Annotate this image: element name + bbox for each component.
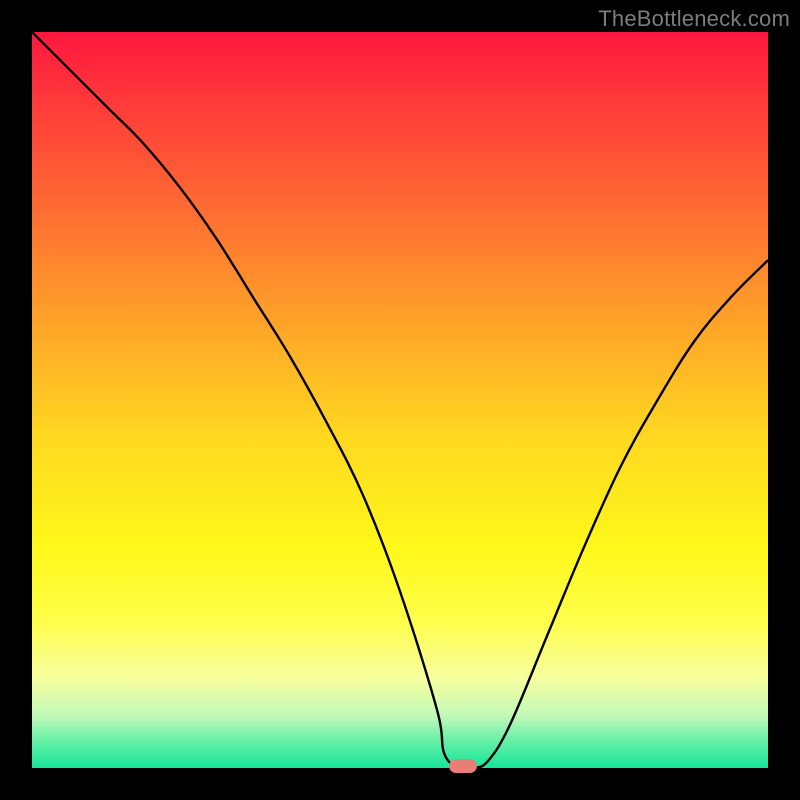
bottleneck-curve xyxy=(32,32,768,768)
chart-frame: TheBottleneck.com xyxy=(0,0,800,800)
optimal-marker xyxy=(449,759,477,773)
watermark-text: TheBottleneck.com xyxy=(598,6,790,32)
plot-area xyxy=(32,32,768,768)
